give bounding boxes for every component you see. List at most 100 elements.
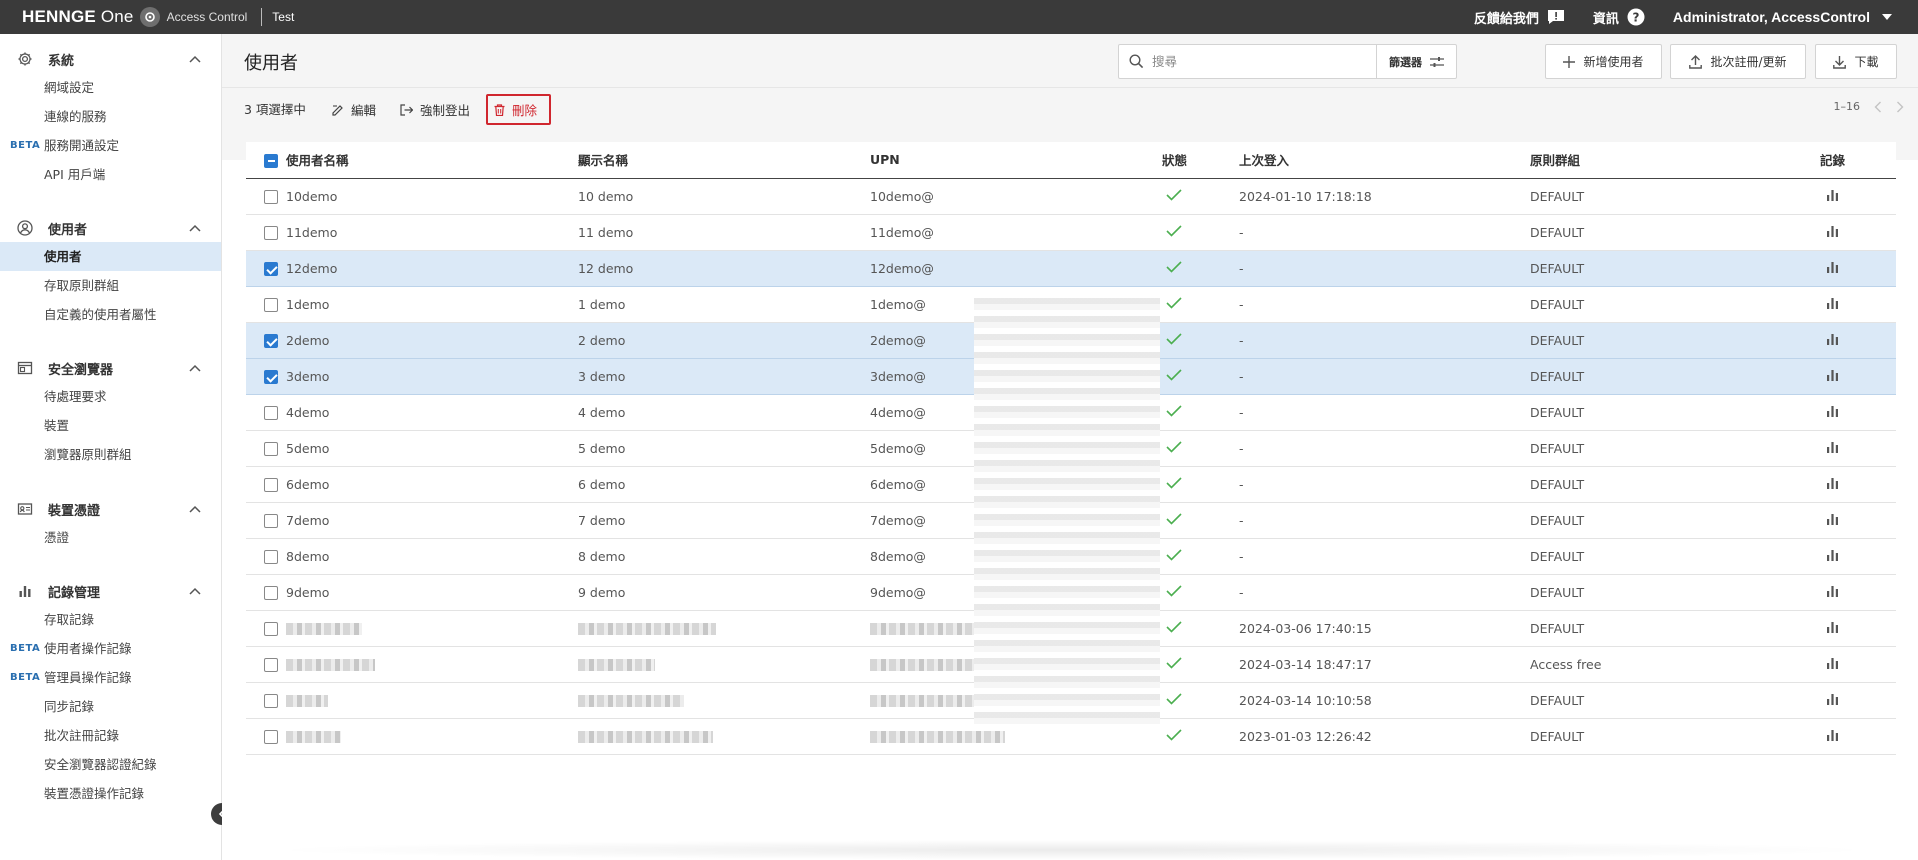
bar-chart-icon[interactable]: [1826, 440, 1839, 453]
bar-chart-icon[interactable]: [1826, 692, 1839, 705]
filter-button[interactable]: 篩選器: [1376, 45, 1456, 78]
username-cell[interactable]: [286, 718, 578, 755]
sidebar-item-devices[interactable]: 裝置: [0, 411, 221, 440]
column-header-policy-group[interactable]: 原則群組: [1530, 142, 1820, 179]
bar-chart-icon[interactable]: [1826, 368, 1839, 381]
username-cell[interactable]: 9demo: [286, 574, 578, 611]
bar-chart-icon[interactable]: [1826, 512, 1839, 525]
username-cell[interactable]: [286, 682, 578, 719]
add-user-button[interactable]: 新增使用者: [1545, 44, 1662, 79]
info-button[interactable]: 資訊 ?: [1593, 8, 1645, 27]
table-row[interactable]: 2023-01-03 12:26:42 DEFAULT: [246, 718, 1896, 755]
table-row[interactable]: 3demo 3 demo 3demo@ - DEFAULT: [246, 358, 1896, 395]
select-all-checkbox[interactable]: [264, 153, 278, 168]
download-button[interactable]: 下載: [1815, 44, 1897, 79]
username-cell[interactable]: [286, 646, 578, 683]
bar-chart-icon[interactable]: [1826, 656, 1839, 669]
table-row[interactable]: 7demo 7 demo 7demo@ - DEFAULT: [246, 502, 1896, 539]
bar-chart-icon[interactable]: [1826, 584, 1839, 597]
sidebar-group-header[interactable]: 安全瀏覽器: [0, 354, 221, 382]
table-row[interactable]: 2024-03-06 17:40:15 DEFAULT: [246, 610, 1896, 647]
sidebar-item-secure-browser-auth-logs[interactable]: 安全瀏覽器認證紀錄: [0, 750, 221, 779]
table-row[interactable]: 1demo 1 demo 1demo@ - DEFAULT: [246, 286, 1896, 323]
column-header-upn[interactable]: UPN: [870, 142, 1162, 179]
sidebar-item-api-clients[interactable]: API 用戶端: [0, 160, 221, 189]
sidebar-item-domain-settings[interactable]: 網域設定: [0, 73, 221, 102]
table-row[interactable]: 11demo 11 demo 11demo@ - DEFAULT: [246, 214, 1896, 251]
bar-chart-icon[interactable]: [1826, 404, 1839, 417]
username-cell[interactable]: 2demo: [286, 322, 578, 359]
bar-chart-icon[interactable]: [1826, 188, 1839, 201]
table-row[interactable]: 4demo 4 demo 4demo@ - DEFAULT: [246, 394, 1896, 431]
username-cell[interactable]: 8demo: [286, 538, 578, 575]
row-checkbox[interactable]: [264, 549, 278, 564]
table-row[interactable]: 2024-03-14 18:47:17 Access free: [246, 646, 1896, 683]
row-checkbox[interactable]: [264, 189, 278, 204]
row-checkbox[interactable]: [264, 441, 278, 456]
sidebar-item-device-cert-logs[interactable]: 裝置憑證操作記錄: [0, 779, 221, 808]
username-cell[interactable]: 1demo: [286, 286, 578, 323]
sidebar-item-bulk-registration-logs[interactable]: 批次註冊記錄: [0, 721, 221, 750]
sidebar-item-access-logs[interactable]: 存取記錄: [0, 605, 221, 634]
table-row[interactable]: 2demo 2 demo 2demo@ - DEFAULT: [246, 322, 1896, 359]
bar-chart-icon[interactable]: [1826, 548, 1839, 561]
row-checkbox[interactable]: [264, 369, 278, 384]
table-row[interactable]: 12demo 12 demo 12demo@ - DEFAULT: [246, 250, 1896, 287]
force-logout-button[interactable]: 強制登出: [400, 94, 470, 125]
table-row[interactable]: 5demo 5 demo 5demo@ - DEFAULT: [246, 430, 1896, 467]
sidebar-item-sync-logs[interactable]: 同步記錄: [0, 692, 221, 721]
sidebar-item-custom-attributes[interactable]: 自定義的使用者屬性: [0, 300, 221, 329]
sidebar-item-access-policy-groups[interactable]: 存取原則群組: [0, 271, 221, 300]
bar-chart-icon[interactable]: [1826, 224, 1839, 237]
row-checkbox[interactable]: [264, 693, 278, 708]
row-checkbox[interactable]: [264, 657, 278, 672]
bar-chart-icon[interactable]: [1826, 332, 1839, 345]
username-cell[interactable]: [286, 610, 578, 647]
next-page-button[interactable]: [1896, 101, 1904, 113]
sidebar-item-certificates[interactable]: 憑證: [0, 523, 221, 552]
row-checkbox[interactable]: [264, 621, 278, 636]
sidebar-group-header[interactable]: 使用者: [0, 214, 221, 242]
username-cell[interactable]: 4demo: [286, 394, 578, 431]
row-checkbox[interactable]: [264, 333, 278, 348]
edit-button[interactable]: 編輯: [332, 94, 376, 125]
row-checkbox[interactable]: [264, 513, 278, 528]
bulk-register-button[interactable]: 批次註冊/更新: [1670, 44, 1806, 79]
sidebar-item-admin-operation-logs[interactable]: BETA 管理員操作記錄: [0, 663, 221, 692]
admin-menu[interactable]: Administrator, AccessControl: [1673, 9, 1892, 25]
bar-chart-icon[interactable]: [1826, 476, 1839, 489]
column-header-last-login[interactable]: 上次登入: [1239, 142, 1530, 179]
username-cell[interactable]: 12demo: [286, 250, 578, 287]
username-cell[interactable]: 3demo: [286, 358, 578, 395]
username-cell[interactable]: 11demo: [286, 214, 578, 251]
row-checkbox[interactable]: [264, 297, 278, 312]
sidebar-group-header[interactable]: 裝置憑證: [0, 495, 221, 523]
username-cell[interactable]: 5demo: [286, 430, 578, 467]
username-cell[interactable]: 7demo: [286, 502, 578, 539]
column-header-display-name[interactable]: 顯示名稱: [578, 142, 870, 179]
row-checkbox[interactable]: [264, 225, 278, 240]
table-row[interactable]: 6demo 6 demo 6demo@ - DEFAULT: [246, 466, 1896, 503]
row-checkbox[interactable]: [264, 585, 278, 600]
bar-chart-icon[interactable]: [1826, 296, 1839, 309]
bar-chart-icon[interactable]: [1826, 260, 1839, 273]
app-logo[interactable]: HENNGE One Access Control: [22, 7, 247, 27]
table-row[interactable]: 10demo 10 demo 10demo@ 2024-01-10 17:18:18 D…: [246, 178, 1896, 215]
sidebar-group-header[interactable]: 記錄管理: [0, 577, 221, 605]
sidebar-item-pending-requests[interactable]: 待處理要求: [0, 382, 221, 411]
delete-button[interactable]: 刪除: [486, 94, 552, 125]
table-row[interactable]: 8demo 8 demo 8demo@ - DEFAULT: [246, 538, 1896, 575]
table-row[interactable]: 2024-03-14 10:10:58 DEFAULT: [246, 682, 1896, 719]
search-input[interactable]: [1152, 54, 1376, 69]
sidebar-item-browser-policy-groups[interactable]: 瀏覽器原則群組: [0, 440, 221, 469]
column-header-status[interactable]: 狀態: [1162, 142, 1239, 179]
bar-chart-icon[interactable]: [1826, 728, 1839, 741]
sidebar-item-connected-services[interactable]: 連線的服務: [0, 102, 221, 131]
sidebar-group-header[interactable]: 系統: [0, 45, 221, 73]
username-cell[interactable]: 10demo: [286, 178, 578, 215]
feedback-button[interactable]: 反饋給我們: [1474, 8, 1565, 27]
table-row[interactable]: 9demo 9 demo 9demo@ - DEFAULT: [246, 574, 1896, 611]
column-header-username[interactable]: 使用者名稱: [286, 142, 578, 179]
sidebar-item-user-operation-logs[interactable]: BETA 使用者操作記錄: [0, 634, 221, 663]
sidebar-item-provisioning[interactable]: BETA 服務開通設定: [0, 131, 221, 160]
